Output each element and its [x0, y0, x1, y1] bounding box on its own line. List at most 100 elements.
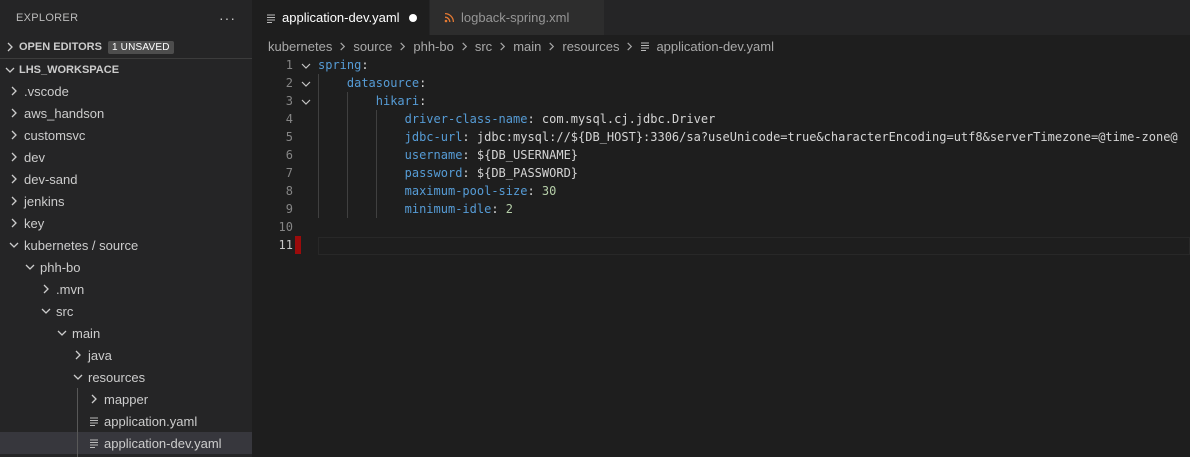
- breadcrumb-item[interactable]: kubernetes: [268, 39, 332, 54]
- line-number: 11: [278, 238, 293, 252]
- unsaved-dot-icon[interactable]: [409, 13, 417, 22]
- breadcrumb-item[interactable]: phh-bo: [413, 39, 453, 54]
- chevron-right-icon: [72, 349, 84, 361]
- breadcrumb-item[interactable]: main: [513, 39, 541, 54]
- tree-folder[interactable]: key: [0, 212, 252, 234]
- tree-folder[interactable]: .mvn: [0, 278, 252, 300]
- workspace-section[interactable]: LHS_WORKSPACE: [0, 58, 252, 80]
- chevron-right-icon: [40, 283, 52, 295]
- tree-item-label: jenkins: [24, 193, 65, 209]
- code-line[interactable]: 4 driver-class-name: com.mysql.cj.jdbc.Dr…: [252, 110, 1190, 128]
- tree-folder[interactable]: kubernetes / source: [0, 234, 252, 256]
- lines-icon: [640, 41, 650, 51]
- line-number: 9: [285, 202, 293, 216]
- code-editor[interactable]: 1 spring: 2 datasource: 3 hikari: 4 driver-clas…: [252, 56, 1190, 457]
- yaml-key: hikari: [375, 94, 420, 108]
- tab-logback-spring-xml[interactable]: logback-spring.xml: [430, 0, 605, 35]
- tree-folder[interactable]: resources: [0, 366, 252, 388]
- indent-guide: [375, 146, 377, 164]
- yaml-key: spring: [318, 58, 362, 72]
- code-line[interactable]: 8 maximum-pool-size: 30: [252, 182, 1190, 200]
- indent-guide: [346, 182, 348, 200]
- chevron-right-icon: [547, 41, 556, 51]
- tree-item-label: mapper: [104, 391, 149, 407]
- line-number: 10: [278, 220, 293, 234]
- tree-folder[interactable]: jenkins: [0, 190, 252, 212]
- yaml-value: :: [419, 94, 427, 108]
- indent-guide: [318, 164, 319, 182]
- code-line[interactable]: 7 password: ${DB_PASSWORD}: [252, 164, 1190, 182]
- code-line[interactable]: 2 datasource:: [252, 74, 1190, 92]
- code-line[interactable]: 3 hikari:: [252, 92, 1190, 110]
- chevron-right-icon: [498, 41, 507, 51]
- chevron-down-icon: [8, 239, 20, 251]
- code-line[interactable]: 5 jdbc-url: jdbc:mysql://${DB_HOST}:3306/…: [252, 128, 1190, 146]
- tree-folder[interactable]: phh-bo: [0, 256, 252, 278]
- fold-chevron-icon[interactable]: [301, 96, 311, 106]
- tree-folder[interactable]: customsvc: [0, 124, 252, 146]
- tree-folder[interactable]: dev: [0, 146, 252, 168]
- explorer-title: EXPLORER: [16, 12, 79, 24]
- lines-icon: [88, 415, 100, 427]
- breadcrumb-item[interactable]: source: [353, 39, 392, 54]
- code-line[interactable]: 11: [252, 236, 1190, 255]
- tree-folder[interactable]: java: [0, 344, 252, 366]
- fold-chevron-icon[interactable]: [301, 78, 311, 88]
- unsaved-badge: 1 UNSAVED: [107, 40, 174, 54]
- tree-item-label: src: [56, 303, 74, 319]
- tree-item-label: kubernetes / source: [24, 237, 139, 253]
- breadcrumb-item[interactable]: application-dev.yaml: [656, 39, 774, 54]
- more-actions-icon[interactable]: ···: [219, 10, 236, 26]
- code-text: hikari:: [376, 92, 427, 110]
- code-text: datasource:: [347, 74, 426, 92]
- chevron-right-icon: [4, 41, 16, 53]
- yaml-value: :: [527, 184, 542, 198]
- yaml-value: :: [491, 202, 506, 216]
- indent-guide: [346, 110, 348, 128]
- chevron-down-icon: [72, 371, 84, 383]
- tree-folder[interactable]: dev-sand: [0, 168, 252, 190]
- tree-file[interactable]: application.yaml: [0, 410, 252, 432]
- code-line[interactable]: 6 username: ${DB_USERNAME}: [252, 146, 1190, 164]
- chevron-right-icon: [8, 85, 20, 97]
- yaml-number: 2: [505, 202, 514, 216]
- tree-folder[interactable]: aws_handson: [0, 102, 252, 124]
- code-line[interactable]: 1 spring:: [252, 56, 1190, 74]
- yaml-value: : jdbc:mysql://${DB_HOST}:3306/sa?useUni…: [462, 130, 1178, 144]
- tree-folder[interactable]: main: [0, 322, 252, 344]
- indent-guide: [375, 164, 377, 182]
- breadcrumb: kubernetes source phh-bo src main resources ap…: [252, 35, 1190, 57]
- chevron-right-icon: [8, 129, 20, 141]
- open-editors-section[interactable]: OPEN EDITORS 1 UNSAVED: [0, 36, 252, 58]
- fold-chevron-icon[interactable]: [301, 60, 311, 70]
- editor-area: application-dev.yaml logback-spring.xml …: [252, 0, 1190, 457]
- tree-folder[interactable]: src: [0, 300, 252, 322]
- chevron-right-icon: [398, 41, 407, 51]
- yaml-value: :: [419, 76, 427, 90]
- code-line[interactable]: 9 minimum-idle: 2: [252, 200, 1190, 218]
- breadcrumb-item[interactable]: src: [475, 39, 492, 54]
- workspace-label: LHS_WORKSPACE: [19, 63, 120, 76]
- code-line[interactable]: 10: [252, 218, 1190, 236]
- yaml-value: : ${DB_PASSWORD}: [462, 166, 579, 180]
- tab-application-dev-yaml[interactable]: application-dev.yaml: [252, 0, 430, 35]
- tree-file[interactable]: application-dev.yaml: [0, 432, 252, 454]
- tree-folder[interactable]: mapper: [0, 388, 252, 410]
- yaml-key: maximum-pool-size: [404, 184, 528, 198]
- indent-guide: [346, 146, 348, 164]
- line-number: 8: [285, 184, 293, 198]
- tree-item-label: .vscode: [24, 83, 69, 99]
- indent-guide: [346, 164, 348, 182]
- line-number: 7: [285, 166, 293, 180]
- tree-folder[interactable]: .vscode: [0, 80, 252, 102]
- indent-guide: [346, 128, 348, 146]
- tab-label: logback-spring.xml: [461, 10, 570, 25]
- chevron-right-icon: [8, 107, 20, 119]
- chevron-down-icon: [24, 261, 36, 273]
- code-text: spring:: [318, 56, 369, 74]
- code-text: minimum-idle: 2: [405, 200, 513, 218]
- breadcrumb-item[interactable]: resources: [562, 39, 619, 54]
- chevron-right-icon: [8, 173, 20, 185]
- tree-item-label: dev-sand: [24, 171, 78, 187]
- chevron-right-icon: [88, 393, 100, 405]
